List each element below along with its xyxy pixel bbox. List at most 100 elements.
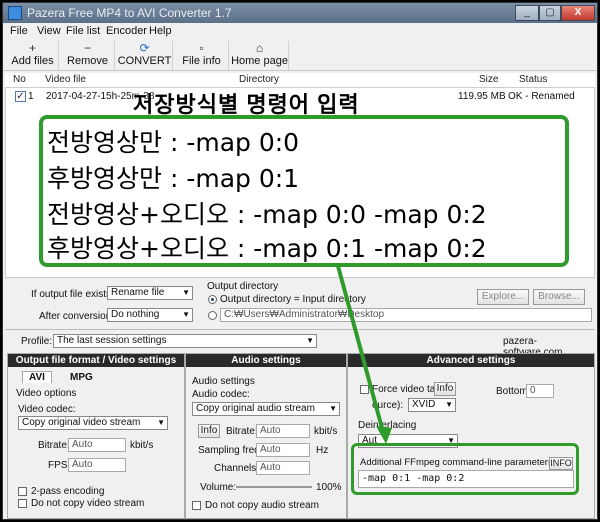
file-info-label: File info: [182, 55, 221, 67]
no-copy-audio-checkbox[interactable]: [192, 501, 201, 510]
volume-slider[interactable]: [236, 486, 312, 488]
col-size[interactable]: Size: [479, 74, 498, 85]
chevron-down-icon: ▼: [306, 336, 314, 345]
audio-panel-header: Audio settings: [186, 354, 346, 367]
annotation-line-4: 후방영상+오디오 : -map 0:1 -map 0:2: [47, 234, 487, 263]
chevron-down-icon: ▼: [182, 310, 190, 319]
video-codec-value: Copy original video stream: [22, 417, 141, 428]
col-status[interactable]: Status: [519, 74, 547, 85]
channels-label: Channels:: [214, 463, 260, 474]
annotation-line-3: 전방영상+오디오 : -map 0:0 -map 0:2: [47, 200, 487, 229]
file-info-icon: ▫: [199, 41, 204, 55]
col-directory[interactable]: Directory: [239, 74, 279, 85]
output-directory-input[interactable]: C:₩Users₩Administrator₩Desktop: [220, 308, 592, 322]
annotation-line-2: 후방영상만 : -map 0:1: [47, 164, 300, 193]
source-label: ource):: [372, 400, 404, 411]
home-icon: ⌂: [255, 41, 264, 55]
app-icon: [8, 6, 22, 20]
ffmpeg-highlight-box: [351, 443, 579, 495]
file-info-button[interactable]: ▫ File info: [175, 41, 229, 70]
browse-button[interactable]: Browse...: [533, 289, 585, 305]
menu-view[interactable]: View: [37, 25, 61, 37]
audio-info-button[interactable]: Info: [198, 424, 220, 438]
video-codec-label: Video codec:: [18, 404, 76, 415]
no-copy-video-label: Do not copy video stream: [31, 498, 145, 509]
remove-label: Remove: [67, 55, 108, 67]
menu-file[interactable]: File: [10, 25, 28, 37]
close-button[interactable]: X: [561, 5, 595, 21]
menu-file-list[interactable]: File list: [66, 25, 100, 37]
profile-value: The last session settings: [57, 335, 167, 346]
add-icon: +: [28, 41, 36, 55]
col-video-file[interactable]: Video file: [45, 74, 86, 85]
radio-input-directory[interactable]: [208, 295, 217, 304]
audio-codec-select[interactable]: Copy original audio stream ▼: [192, 402, 340, 416]
audio-bitrate-label: Bitrate:: [226, 426, 258, 437]
chevron-down-icon: ▼: [157, 418, 165, 427]
col-no[interactable]: No: [13, 74, 26, 85]
video-panel-header: Output file format / Video settings: [8, 354, 184, 367]
video-options-label: Video options: [16, 388, 77, 399]
video-bitrate-unit: kbit/s: [130, 440, 154, 451]
title-bar: Pazera Free MP4 to AVI Converter 1.7 _ ▢…: [3, 3, 597, 23]
app-window: Pazera Free MP4 to AVI Converter 1.7 _ ▢…: [2, 2, 598, 520]
convert-button[interactable]: ⟳ CONVERT: [117, 41, 173, 70]
audio-bitrate-unit: kbit/s: [314, 426, 338, 437]
after-conversion-select[interactable]: Do nothing ▼: [107, 308, 193, 322]
video-bitrate-input[interactable]: Auto: [68, 438, 126, 452]
home-page-button[interactable]: ⌂ Home page: [231, 41, 289, 70]
source-select[interactable]: XVID ▼: [408, 398, 456, 412]
if-exists-select[interactable]: Rename file ▼: [107, 286, 193, 300]
no-copy-audio-label: Do not copy audio stream: [205, 500, 319, 511]
two-pass-checkbox[interactable]: [18, 487, 27, 496]
video-codec-select[interactable]: Copy original video stream ▼: [18, 416, 168, 430]
volume-label: Volume:: [200, 482, 237, 493]
minimize-button[interactable]: _: [515, 5, 539, 21]
output-directory-label: Output directory: [207, 281, 279, 292]
channels-input[interactable]: Auto: [256, 461, 310, 475]
chevron-down-icon: ▼: [329, 404, 337, 413]
maximize-button[interactable]: ▢: [539, 5, 561, 21]
add-files-label: Add files: [11, 55, 54, 67]
profile-label: Profile:: [21, 336, 53, 347]
source-value: XVID: [412, 399, 436, 410]
row-status: OK - Renamed: [508, 91, 575, 102]
fps-input[interactable]: Auto: [68, 458, 126, 472]
menu-help[interactable]: Help: [149, 25, 172, 37]
bottom-input[interactable]: 0: [526, 384, 554, 398]
volume-value: 100%: [316, 482, 342, 493]
audio-bitrate-input[interactable]: Auto: [256, 424, 310, 438]
advanced-panel-header: Advanced settings: [348, 354, 594, 367]
annotation-box: 전방영상만 : -map 0:0 후방영상만 : -map 0:1 전방영상+오…: [39, 115, 569, 267]
profile-bar: Profile: The last session settings ▼ paze…: [5, 329, 595, 358]
explore-button[interactable]: Explore...: [477, 289, 529, 305]
window-title: Pazera Free MP4 to AVI Converter 1.7: [27, 6, 232, 20]
radio-custom-directory[interactable]: [208, 311, 217, 320]
tab-avi[interactable]: AVI: [22, 371, 52, 383]
remove-icon: −: [83, 41, 91, 55]
tab-mpg[interactable]: MPG: [64, 372, 99, 383]
chevron-down-icon: ▼: [445, 400, 453, 409]
profile-select[interactable]: The last session settings ▼: [53, 334, 317, 348]
menu-bar: File View File list Encoder Help: [3, 23, 597, 40]
force-tag-label: Force video tag: [372, 384, 441, 395]
row-size: 119.95 MB: [458, 91, 506, 102]
force-tag-checkbox[interactable]: [360, 385, 369, 394]
file-list-header: No Video file Directory Size Status: [5, 73, 595, 88]
sampling-input[interactable]: Auto: [256, 443, 310, 457]
audio-codec-value: Copy original audio stream: [196, 403, 315, 414]
video-settings-panel: Output file format / Video settings AVI …: [7, 353, 185, 519]
row-no: 1: [28, 91, 34, 102]
add-files-button[interactable]: + Add files: [7, 41, 59, 70]
advanced-info-button[interactable]: Info: [434, 382, 456, 396]
fps-label: FPS:: [48, 460, 71, 471]
after-conversion-label: After conversion:: [39, 311, 115, 322]
chevron-down-icon: ▼: [182, 288, 190, 297]
if-exists-value: Rename file: [111, 287, 165, 298]
row-checkbox[interactable]: ✓: [15, 91, 26, 102]
if-exists-label: If output file exists:: [31, 289, 114, 300]
remove-button[interactable]: − Remove: [61, 41, 115, 70]
menu-encoder[interactable]: Encoder: [106, 25, 147, 37]
audio-codec-label: Audio codec:: [192, 389, 250, 400]
no-copy-video-checkbox[interactable]: [18, 499, 27, 508]
